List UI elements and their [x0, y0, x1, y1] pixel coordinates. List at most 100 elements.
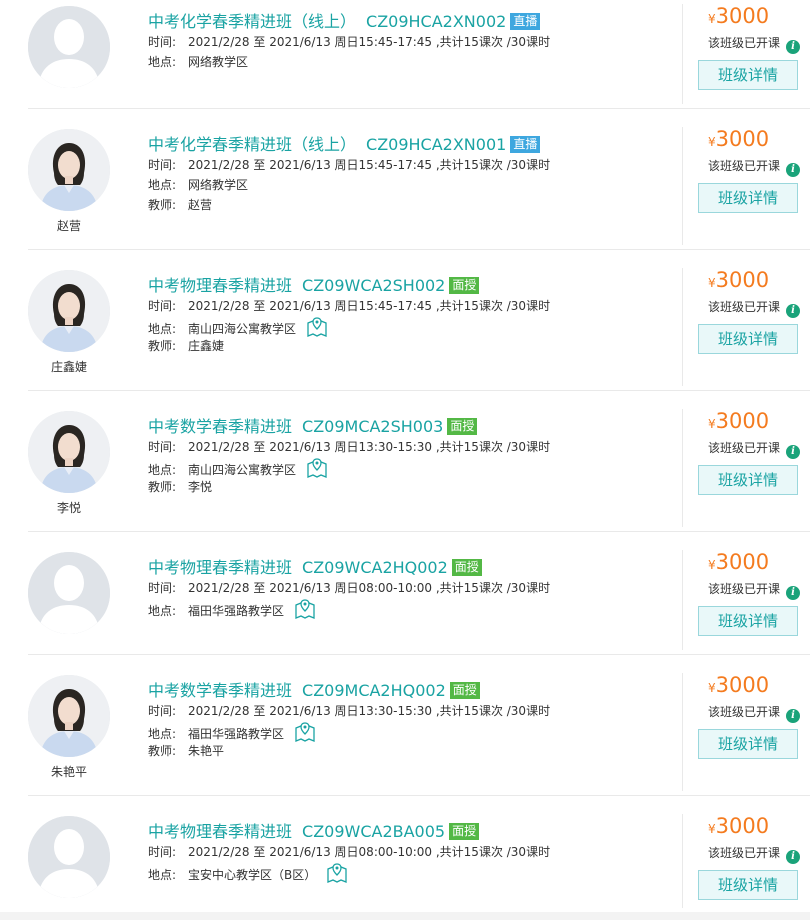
status-text: 该班级已开课 — [708, 159, 781, 173]
class-status: 该班级已开课 i — [708, 844, 801, 864]
course-title[interactable]: 中考化学春季精进班（线上） — [148, 12, 356, 31]
course-row: 庄鑫婕 中考物理春季精进班 CZ09WCA2SH002 面授 时间: 2021/2/28 … — [0, 264, 810, 390]
currency-symbol: ¥ — [708, 12, 716, 26]
price: ¥3000 — [708, 550, 769, 574]
placeholder-avatar-icon — [28, 6, 110, 88]
course-info: 时间: 2021/2/28 至 2021/6/13 周日13:30-15:30 ,… — [148, 437, 550, 497]
start-date: 2021/2/28 — [188, 158, 250, 172]
course-info: 时间: 2021/2/28 至 2021/6/13 周日15:45-17:45 ,… — [148, 32, 550, 72]
info-icon[interactable]: i — [786, 163, 801, 177]
price: ¥3000 — [708, 127, 769, 151]
course-code[interactable]: CZ09HCA2XN002 — [366, 12, 506, 31]
location-line: 地点: 福田华强路教学区 — [148, 721, 550, 742]
time-line: 时间: 2021/2/28 至 2021/6/13 周日13:30-15:30 ,… — [148, 701, 550, 721]
class-detail-button[interactable]: 班级详情 — [698, 183, 798, 213]
course-title[interactable]: 中考数学春季精进班 — [148, 681, 292, 700]
course-title-link[interactable]: 中考物理春季精进班 CZ09WCA2SH002 面授 — [148, 272, 480, 296]
in-person-badge: 面授 — [447, 418, 478, 435]
start-date: 2021/2/28 — [188, 581, 250, 595]
price-value: 3000 — [715, 409, 770, 433]
end-schedule: 2021/6/13 周日15:45-17:45 ,共计15课次 /30课时 — [269, 299, 551, 313]
course-title-link[interactable]: 中考物理春季精进班 CZ09WCA2HQ002 面授 — [148, 554, 482, 578]
map-pin-icon[interactable] — [306, 316, 328, 344]
map-pin-icon[interactable] — [306, 457, 328, 485]
teacher-name-caption: 赵营 — [56, 219, 81, 233]
course-title-link[interactable]: 中考化学春季精进班（线上） CZ09HCA2XN001 直播 — [148, 131, 541, 155]
class-status: 该班级已开课 i — [708, 703, 801, 723]
teacher-avatar — [28, 411, 110, 493]
status-text: 该班级已开课 — [708, 705, 781, 719]
class-detail-button[interactable]: 班级详情 — [698, 324, 798, 354]
course-code[interactable]: CZ09MCA2SH003 — [302, 417, 443, 436]
info-icon[interactable]: i — [786, 40, 801, 54]
to-label: 至 — [253, 299, 266, 313]
course-title-link[interactable]: 中考数学春季精进班 CZ09MCA2SH003 面授 — [148, 413, 478, 437]
time-label: 时间: — [148, 845, 177, 859]
start-date: 2021/2/28 — [188, 440, 250, 454]
map-pin-icon[interactable] — [294, 721, 316, 749]
status-text: 该班级已开课 — [708, 582, 781, 596]
location-label: 地点: — [148, 868, 177, 882]
time-line: 时间: 2021/2/28 至 2021/6/13 周日15:45-17:45 ,… — [148, 296, 550, 316]
course-title[interactable]: 中考化学春季精进班（线上） — [148, 135, 356, 154]
course-title[interactable]: 中考数学春季精进班 — [148, 417, 292, 436]
list-footer-strip — [0, 912, 810, 920]
price-value: 3000 — [715, 673, 770, 697]
class-status: 该班级已开课 i — [708, 34, 801, 54]
location-value: 网络教学区 — [188, 178, 249, 192]
row-divider — [28, 654, 810, 655]
class-detail-button[interactable]: 班级详情 — [698, 465, 798, 495]
row-divider — [28, 249, 810, 250]
currency-symbol: ¥ — [708, 822, 716, 836]
teacher-line: 教师: 朱艳平 — [148, 741, 550, 761]
course-row: 中考化学春季精进班（线上） CZ09HCA2XN002 直播 时间: 2021/2/28… — [0, 0, 810, 108]
price: ¥3000 — [708, 4, 769, 28]
course-title[interactable]: 中考物理春季精进班 — [148, 558, 292, 577]
info-icon[interactable]: i — [786, 850, 801, 864]
course-code[interactable]: CZ09WCA2HQ002 — [302, 558, 448, 577]
course-code[interactable]: CZ09WCA2SH002 — [302, 276, 445, 295]
to-label: 至 — [253, 704, 266, 718]
end-schedule: 2021/6/13 周日13:30-15:30 ,共计15课次 /30课时 — [269, 440, 551, 454]
to-label: 至 — [253, 581, 266, 595]
teacher-label: 教师: — [148, 198, 177, 212]
to-label: 至 — [253, 440, 266, 454]
course-code[interactable]: CZ09HCA2XN001 — [366, 135, 506, 154]
course-title-link[interactable]: 中考数学春季精进班 CZ09MCA2HQ002 面授 — [148, 677, 480, 701]
course-title-link[interactable]: 中考化学春季精进班（线上） CZ09HCA2XN002 直播 — [148, 8, 541, 32]
info-icon[interactable]: i — [786, 586, 801, 600]
class-detail-button[interactable]: 班级详情 — [698, 60, 798, 90]
course-title-link[interactable]: 中考物理春季精进班 CZ09WCA2BA005 面授 — [148, 818, 480, 842]
map-pin-icon[interactable] — [294, 598, 316, 626]
course-row: 李悦 中考数学春季精进班 CZ09MCA2SH003 面授 时间: 2021/2/28 至… — [0, 405, 810, 531]
currency-symbol: ¥ — [708, 558, 716, 572]
info-icon[interactable]: i — [786, 304, 801, 318]
course-row: 中考物理春季精进班 CZ09WCA2HQ002 面授 时间: 2021/2/28 至 2… — [0, 546, 810, 654]
time-line: 时间: 2021/2/28 至 2021/6/13 周日08:00-10:00 ,… — [148, 578, 550, 598]
course-row: 赵营 中考化学春季精进班（线上） CZ09HCA2XN001 直播 时间: 2021/2/… — [0, 123, 810, 249]
time-line: 时间: 2021/2/28 至 2021/6/13 周日15:45-17:45 ,… — [148, 32, 550, 52]
course-code[interactable]: CZ09MCA2HQ002 — [302, 681, 446, 700]
location-value: 南山四海公寓教学区 — [188, 463, 297, 477]
location-line: 地点: 网络教学区 — [148, 175, 550, 195]
location-value: 宝安中心教学区（B区） — [188, 868, 317, 882]
time-label: 时间: — [148, 581, 177, 595]
column-divider — [682, 814, 683, 908]
class-detail-button[interactable]: 班级详情 — [698, 870, 798, 900]
teacher-line: 教师: 庄鑫婕 — [148, 336, 550, 356]
time-label: 时间: — [148, 704, 177, 718]
teacher-label: 教师: — [148, 480, 177, 494]
course-title[interactable]: 中考物理春季精进班 — [148, 276, 292, 295]
map-pin-icon[interactable] — [326, 862, 348, 890]
in-person-badge: 面授 — [449, 682, 480, 699]
course-code[interactable]: CZ09WCA2BA005 — [302, 822, 445, 841]
class-detail-button[interactable]: 班级详情 — [698, 729, 798, 759]
price-value: 3000 — [715, 814, 770, 838]
course-title[interactable]: 中考物理春季精进班 — [148, 822, 292, 841]
column-divider — [682, 127, 683, 245]
class-detail-button[interactable]: 班级详情 — [698, 606, 798, 636]
location-label: 地点: — [148, 178, 177, 192]
info-icon[interactable]: i — [786, 445, 801, 459]
info-icon[interactable]: i — [786, 709, 801, 723]
location-label: 地点: — [148, 604, 177, 618]
